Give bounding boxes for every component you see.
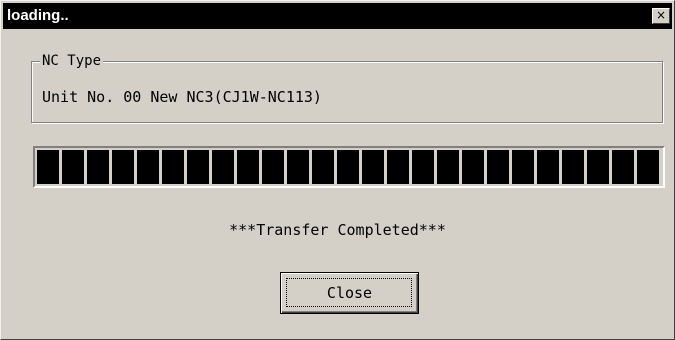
nc-type-groupbox: NC Type Unit No. 00 New NC3(CJ1W-NC113) (31, 52, 663, 123)
window-close-icon[interactable]: × (652, 8, 670, 24)
window-title: loading.. (7, 7, 69, 24)
close-button-label: Close (326, 284, 373, 302)
transfer-progress-bar (33, 146, 665, 188)
title-bar[interactable]: loading.. × (3, 3, 672, 29)
loading-dialog: loading.. × NC Type Unit No. 00 New NC3(… (0, 0, 675, 340)
nc-type-legend: NC Type (40, 52, 104, 70)
close-button[interactable]: Close (280, 272, 419, 314)
transfer-status-text: ***Transfer Completed*** (229, 221, 446, 239)
progress-fill (37, 150, 661, 184)
nc-unit-description: Unit No. 00 New NC3(CJ1W-NC113) (42, 88, 322, 106)
progress-track (37, 150, 661, 184)
